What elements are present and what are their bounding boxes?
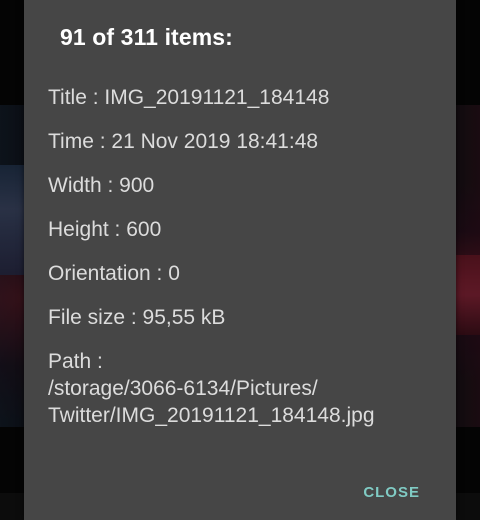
detail-path: Path : /storage/3066-6134/Pictures/ Twit… — [48, 348, 375, 429]
detail-orientation: Orientation : 0 — [48, 262, 180, 285]
path-value-line-2: Twitter/IMG_20191121_184148.jpg — [48, 404, 375, 427]
path-label: Path : — [48, 350, 103, 373]
detail-time: Time : 21 Nov 2019 18:41:48 — [48, 130, 319, 153]
detail-file-size: File size : 95,55 kB — [48, 306, 226, 329]
detail-height: Height : 600 — [48, 218, 162, 241]
details-dialog: 91 of 311 items: Title : IMG_20191121_18… — [24, 0, 456, 520]
detail-title: Title : IMG_20191121_184148 — [48, 86, 330, 109]
dialog-title: 91 of 311 items: — [60, 24, 233, 50]
detail-width: Width : 900 — [48, 174, 155, 197]
path-value-line-1: /storage/3066-6134/Pictures/ — [48, 377, 318, 400]
